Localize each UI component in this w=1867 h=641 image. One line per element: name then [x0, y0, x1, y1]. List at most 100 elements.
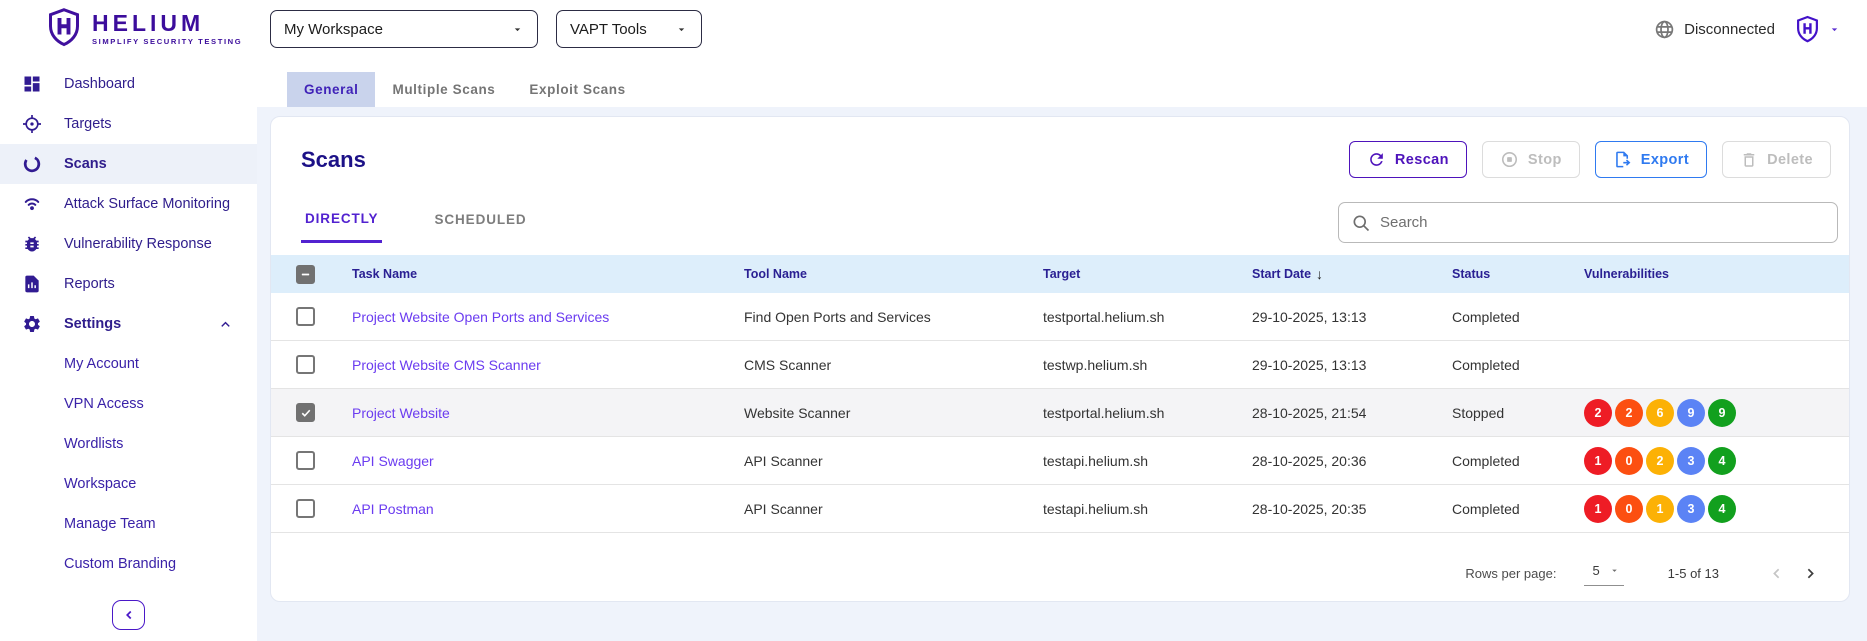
account-shield-icon[interactable] [1795, 15, 1820, 43]
column-header-status[interactable]: Status [1452, 267, 1584, 281]
workspace-select[interactable]: My Workspace [270, 10, 538, 48]
sidebar-item-targets[interactable]: Targets [0, 104, 257, 144]
table-header: Task Name Tool Name Target Start Date ↓ … [271, 255, 1849, 293]
delete-button[interactable]: Delete [1722, 141, 1831, 178]
dashboard-icon [22, 74, 42, 94]
column-header-label: Start Date [1252, 267, 1311, 281]
table-row[interactable]: Project Website Open Ports and ServicesF… [271, 293, 1849, 341]
connection-status: Disconnected [1684, 21, 1775, 38]
row-checkbox-cell [296, 307, 352, 326]
sidebar-subitem-wordlists[interactable]: Wordlists [0, 424, 257, 464]
tab-exploit-scans[interactable]: Exploit Scans [512, 72, 642, 107]
vuln-badge-critical: 2 [1584, 399, 1612, 427]
chevron-left-icon [1768, 565, 1785, 582]
stop-button-label: Stop [1528, 152, 1562, 168]
table-row[interactable]: Project Website CMS ScannerCMS Scannerte… [271, 341, 1849, 389]
start-date: 28-10-2025, 21:54 [1252, 405, 1452, 421]
vuln-badge-high: 2 [1615, 399, 1643, 427]
task-name-link[interactable]: Project Website [352, 405, 744, 421]
subtab-directly[interactable]: DIRECTLY [301, 203, 382, 243]
bug-icon [22, 234, 42, 254]
brand-name: HELIUM [92, 12, 242, 35]
task-name-link[interactable]: API Postman [352, 501, 744, 517]
report-document-icon [22, 274, 42, 294]
select-all-checkbox[interactable] [296, 265, 315, 284]
column-header-tool-name[interactable]: Tool Name [744, 267, 1043, 281]
task-name-link[interactable]: API Swagger [352, 453, 744, 469]
row-checkbox[interactable] [296, 403, 315, 422]
vulnerability-badges: 10234 [1584, 447, 1849, 475]
column-header-target[interactable]: Target [1043, 267, 1252, 281]
stop-button[interactable]: Stop [1482, 141, 1580, 178]
row-checkbox[interactable] [296, 355, 315, 374]
sidebar-item-label: Settings [64, 316, 121, 332]
sidebar-item-label: Dashboard [64, 76, 135, 92]
column-header-vulnerabilities[interactable]: Vulnerabilities [1584, 267, 1849, 281]
sidebar-item-scans[interactable]: Scans [0, 144, 257, 184]
sidebar-subitem-vpn-access[interactable]: VPN Access [0, 384, 257, 424]
start-date: 28-10-2025, 20:35 [1252, 501, 1452, 517]
sidebar-item-reports[interactable]: Reports [0, 264, 257, 304]
rescan-button[interactable]: Rescan [1349, 141, 1467, 178]
sidebar-item-label: Scans [64, 156, 107, 172]
task-name-link[interactable]: Project Website Open Ports and Services [352, 309, 744, 325]
row-checkbox[interactable] [296, 451, 315, 470]
sidebar-subitem-label: Manage Team [64, 516, 156, 532]
column-header-task-name[interactable]: Task Name [352, 267, 744, 281]
brand-tagline: SIMPLIFY SECURITY TESTING [92, 37, 242, 46]
column-header-start-date[interactable]: Start Date ↓ [1252, 266, 1452, 282]
sidebar-subitem-manage-team[interactable]: Manage Team [0, 504, 257, 544]
export-button[interactable]: Export [1595, 141, 1707, 178]
pagination-range: 1-5 of 13 [1668, 566, 1719, 581]
gear-icon [22, 314, 42, 334]
status-text: Completed [1452, 453, 1584, 469]
sidebar-subitem-my-account[interactable]: My Account [0, 344, 257, 384]
sidebar-subitem-custom-branding[interactable]: Custom Branding [0, 544, 257, 584]
helium-shield-icon [46, 7, 82, 52]
tool-name: API Scanner [744, 453, 1043, 469]
sidebar: Dashboard Targets Scans [0, 58, 257, 641]
vuln-badge-low: 9 [1677, 399, 1705, 427]
vuln-badge-info: 4 [1708, 447, 1736, 475]
vuln-badge-critical: 1 [1584, 495, 1612, 523]
task-name-link[interactable]: Project Website CMS Scanner [352, 357, 744, 373]
vuln-badge-low: 3 [1677, 495, 1705, 523]
status-text: Stopped [1452, 405, 1584, 421]
chevron-right-icon [1802, 565, 1819, 582]
sidebar-item-settings[interactable]: Settings [0, 304, 257, 344]
refresh-icon [1367, 150, 1386, 169]
previous-page-button[interactable] [1759, 556, 1793, 590]
account-menu-caret-icon[interactable] [1828, 23, 1841, 36]
trash-icon [1740, 151, 1758, 169]
globe-icon [1654, 19, 1675, 40]
sidebar-collapse-button[interactable] [112, 600, 145, 630]
sidebar-item-dashboard[interactable]: Dashboard [0, 64, 257, 104]
scan-loop-icon [22, 154, 42, 174]
vuln-badge-info: 4 [1708, 495, 1736, 523]
sidebar-item-label: Reports [64, 276, 115, 292]
vuln-badge-info: 9 [1708, 399, 1736, 427]
sort-desc-icon: ↓ [1316, 266, 1323, 282]
tab-multiple-scans[interactable]: Multiple Scans [375, 72, 512, 107]
rows-per-page-select[interactable]: 5 [1584, 561, 1623, 586]
table-row[interactable]: API PostmanAPI Scannertestapi.helium.sh2… [271, 485, 1849, 533]
row-checkbox-cell [296, 403, 352, 422]
vapt-tools-select[interactable]: VAPT Tools [556, 10, 702, 48]
table-row[interactable]: API SwaggerAPI Scannertestapi.helium.sh2… [271, 437, 1849, 485]
tab-general[interactable]: General [287, 72, 375, 107]
caret-down-icon [511, 23, 524, 36]
sidebar-subitem-workspace[interactable]: Workspace [0, 464, 257, 504]
sidebar-item-attack-surface-monitoring[interactable]: Attack Surface Monitoring [0, 184, 257, 224]
sidebar-item-label: Vulnerability Response [64, 236, 212, 252]
sidebar-subitem-label: VPN Access [64, 396, 144, 412]
row-checkbox[interactable] [296, 499, 315, 518]
table-row[interactable]: Project WebsiteWebsite Scannertestportal… [271, 389, 1849, 437]
sidebar-subitem-label: Wordlists [64, 436, 123, 452]
page-title: Scans [301, 147, 366, 173]
subtab-scheduled[interactable]: SCHEDULED [430, 204, 530, 241]
search-input[interactable] [1380, 214, 1825, 231]
next-page-button[interactable] [1793, 556, 1827, 590]
row-checkbox-cell [296, 499, 352, 518]
row-checkbox[interactable] [296, 307, 315, 326]
sidebar-item-vulnerability-response[interactable]: Vulnerability Response [0, 224, 257, 264]
